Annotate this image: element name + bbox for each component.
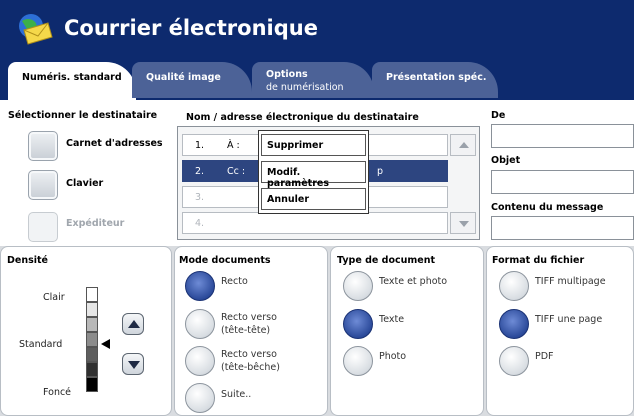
radio-tiff-single-label: TIFF une page — [535, 314, 603, 325]
title-bar: Courrier électronique — [0, 0, 634, 58]
keyboard-button-face[interactable] — [28, 170, 58, 200]
density-lighter-button[interactable] — [122, 313, 144, 335]
density-panel: Densité Clair Standard Foncé — [0, 246, 172, 416]
radio-text[interactable] — [343, 309, 373, 339]
tab-label: Présentation spéc. — [386, 72, 487, 83]
row-value: p — [377, 166, 384, 177]
radio-more[interactable] — [185, 383, 215, 413]
select-recipient-label: Sélectionner le destinataire — [8, 110, 158, 121]
sender-button-face — [28, 212, 58, 242]
tab-sublabel: de numérisation — [266, 82, 344, 93]
document-mode-panel: Mode documents Recto Recto verso (tête-t… — [174, 246, 328, 416]
radio-pdf[interactable] — [499, 346, 529, 376]
page-title: Courrier électronique — [64, 16, 318, 40]
option-line2: (tête-tête) — [221, 325, 271, 336]
radio-photo[interactable] — [343, 346, 373, 376]
file-format-panel: Format du fichier TIFF multipage TIFF un… — [486, 246, 634, 416]
option-line2: (tête-bêche) — [221, 362, 280, 373]
row-context-menu: Supprimer Modif. paramètres Annuler — [258, 130, 369, 214]
radio-tiff-multipage-label: TIFF multipage — [535, 276, 606, 287]
density-pointer-icon — [101, 339, 110, 349]
option-line1: Recto verso — [221, 312, 277, 323]
menu-item-delete[interactable]: Supprimer — [261, 134, 366, 156]
density-label: Densité — [7, 255, 48, 266]
menu-item-cancel[interactable]: Annuler — [261, 188, 366, 210]
density-standard-label: Standard — [19, 339, 63, 350]
density-dark-label: Foncé — [43, 387, 72, 398]
density-level[interactable] — [86, 287, 98, 302]
from-label: De — [491, 110, 506, 121]
radio-more-label: Suite.. — [221, 389, 252, 400]
tab-bar: Numéris. standard Qualité image Options … — [0, 58, 634, 102]
tab-label: Qualité image — [146, 72, 221, 83]
email-globe-icon — [19, 14, 53, 45]
subject-label: Objet — [491, 155, 521, 166]
radio-text-label: Texte — [379, 314, 405, 325]
radio-photo-label: Photo — [379, 351, 407, 362]
address-book-label: Carnet d'adresses — [66, 138, 163, 149]
chevron-up-icon — [459, 142, 469, 148]
density-light-label: Clair — [43, 292, 65, 303]
radio-recto-verso-beche-label: Recto verso (tête-bêche) — [221, 348, 280, 374]
radio-text-photo-label: Texte et photo — [379, 276, 448, 287]
density-level[interactable] — [86, 347, 98, 362]
row-number: 2. — [195, 166, 205, 177]
tab-options-numerisation[interactable]: Options de numérisation — [252, 62, 374, 98]
chevron-up-icon — [128, 320, 140, 328]
tab-label: Options — [266, 69, 308, 80]
density-level[interactable] — [86, 317, 98, 332]
row-type: Cc : — [227, 166, 246, 177]
message-body-field[interactable] — [491, 216, 634, 240]
row-number: 4. — [195, 218, 205, 229]
from-field[interactable] — [491, 124, 634, 148]
density-level[interactable] — [86, 362, 98, 377]
density-level[interactable] — [86, 302, 98, 317]
address-book-button-face[interactable] — [28, 131, 58, 161]
row-number: 1. — [195, 140, 205, 151]
keyboard-label: Clavier — [66, 178, 104, 189]
radio-recto[interactable] — [185, 271, 215, 301]
radio-text-photo[interactable] — [343, 271, 373, 301]
subject-field[interactable] — [491, 170, 634, 194]
radio-tiff-single[interactable] — [499, 309, 529, 339]
option-line1: Recto verso — [221, 349, 277, 360]
radio-recto-verso-tete-beche[interactable] — [185, 346, 215, 376]
tab-qualite-image[interactable]: Qualité image — [132, 62, 252, 98]
radio-pdf-label: PDF — [535, 351, 554, 362]
radio-recto-verso-label: Recto verso (tête-tête) — [221, 311, 277, 337]
document-type-label: Type de document — [337, 255, 436, 266]
radio-recto-verso-tete-tete[interactable] — [185, 309, 215, 339]
chevron-down-icon — [459, 221, 469, 227]
menu-item-modify[interactable]: Modif. paramètres — [261, 161, 366, 189]
radio-tiff-multipage[interactable] — [499, 271, 529, 301]
row-type: À : — [227, 140, 240, 151]
document-mode-label: Mode documents — [179, 255, 271, 266]
recipient-list-header: Nom / adresse électronique du destinatai… — [186, 112, 419, 123]
density-level[interactable] — [86, 332, 98, 347]
radio-recto-label: Recto — [221, 276, 248, 287]
tab-numeris-standard[interactable]: Numéris. standard — [8, 62, 136, 102]
density-darker-button[interactable] — [122, 353, 144, 375]
sender-label: Expéditeur — [66, 218, 125, 229]
message-body-label: Contenu du message — [491, 202, 604, 213]
density-level[interactable] — [86, 377, 98, 392]
scroll-up-button[interactable] — [450, 134, 476, 156]
row-number: 3. — [195, 192, 205, 203]
tab-label: Numéris. standard — [22, 72, 122, 83]
list-item[interactable]: 4. — [182, 212, 448, 234]
document-type-panel: Type de document Texte et photo Texte Ph… — [330, 246, 484, 416]
file-format-label: Format du fichier — [492, 255, 585, 266]
tab-presentation-spec[interactable]: Présentation spéc. — [372, 62, 498, 98]
chevron-down-icon — [128, 361, 140, 369]
scroll-down-button[interactable] — [450, 212, 476, 234]
